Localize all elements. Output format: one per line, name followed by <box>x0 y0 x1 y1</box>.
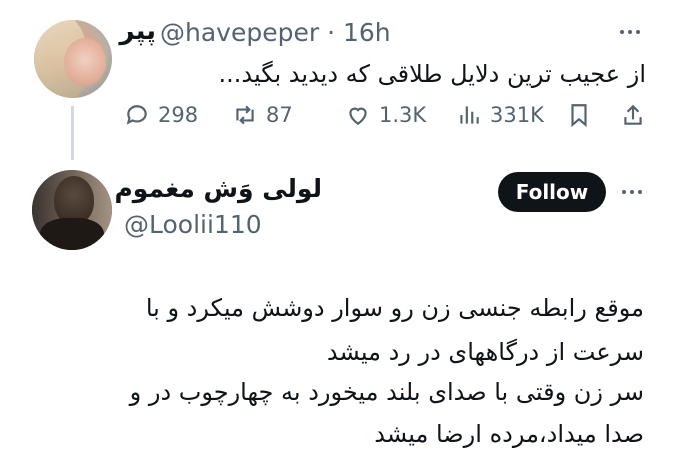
reply-text-line-2: سرعت از درگاههای در رد میشد <box>326 338 644 366</box>
like-button[interactable]: 1.3K <box>345 100 426 130</box>
avatar-head <box>54 176 94 224</box>
avatar-face <box>64 38 106 86</box>
heart-icon <box>349 107 367 125</box>
retweet-count: 87 <box>266 103 293 127</box>
like-count: 1.3K <box>379 103 427 127</box>
bookmark-icon <box>571 104 587 128</box>
share-button[interactable] <box>620 100 646 130</box>
retweet-icon <box>236 105 254 125</box>
views-button[interactable]: 331K <box>456 100 544 130</box>
follow-button[interactable]: Follow <box>498 172 606 212</box>
parent-avatar[interactable] <box>34 20 112 98</box>
reply-text-line-1: موقع رابطه جنسی زن رو سوار دوشش میکرد و … <box>145 294 644 322</box>
reply-count: 298 <box>158 103 199 127</box>
parent-tweet-text: از عجیب ترین دلایل طلاقی که دیدید بگید..… <box>218 60 646 88</box>
bookmark-button[interactable] <box>566 100 592 130</box>
reply-icon <box>126 105 147 125</box>
share-icon <box>624 104 642 125</box>
reply-text-line-4: صدا میداد،مرده ارضا میشد <box>374 420 644 448</box>
separator: · <box>327 18 336 47</box>
retweet-button[interactable]: 87 <box>232 100 293 130</box>
views-icon <box>460 106 479 124</box>
thread-connector <box>71 106 74 160</box>
reply-avatar[interactable] <box>32 170 112 250</box>
reply-display-name[interactable]: لولی وَش مغموم <box>114 174 322 203</box>
more-icon[interactable] <box>620 30 640 34</box>
reply-button[interactable]: 298 <box>124 100 198 130</box>
parent-handle[interactable]: @havepeper · 16h <box>160 18 391 47</box>
reply-handle[interactable]: @Loolii110 <box>124 210 262 239</box>
reply-text-line-3: سر زن وقتی با صدای بلند میخورد به چهارچو… <box>129 378 644 406</box>
tweet-time[interactable]: 16h <box>343 18 391 47</box>
avatar-body <box>40 218 104 250</box>
parent-display-name[interactable]: پپر <box>119 16 156 46</box>
more-icon[interactable] <box>622 190 642 194</box>
handle-text: @havepeper <box>160 18 320 47</box>
views-count: 331K <box>490 103 544 127</box>
